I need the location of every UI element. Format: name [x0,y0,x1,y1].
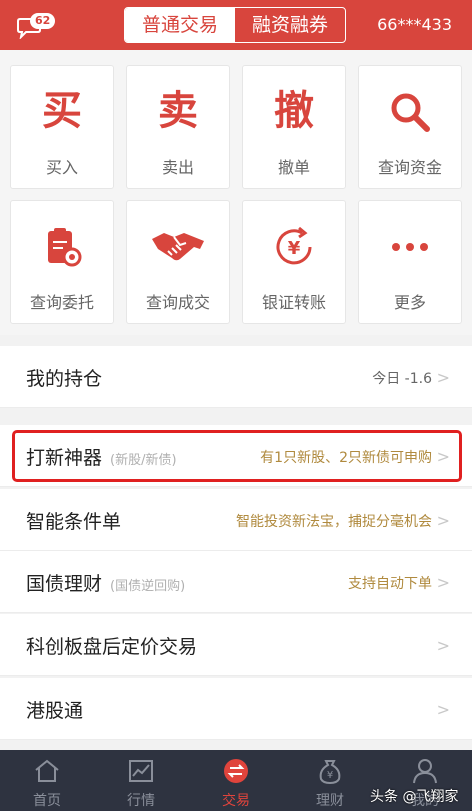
chevron-right-icon: > [436,700,450,719]
svg-text:¥: ¥ [327,770,333,781]
chevron-right-icon: > [436,511,450,530]
tab-market-label: 行情 [127,793,155,809]
chart-icon [94,757,188,785]
svg-text:¥: ¥ [288,238,301,259]
home-icon [0,757,94,785]
smart-condition-order-row[interactable]: 智能条件单 智能投资新法宝，捕捉分毫机会 > [0,489,472,551]
buy-button[interactable]: 买 买入 [10,65,114,189]
buy-label: 买入 [45,158,78,177]
query-funds-button[interactable]: 查询资金 [358,65,462,189]
hk-connect-row[interactable]: 港股通 > [0,678,472,740]
more-dots-icon [359,225,461,269]
treasury-title: 国债理财 (国债逆回购) [26,573,186,595]
tab-market[interactable]: 行情 [94,750,188,811]
tab-trade-label: 交易 [222,793,250,809]
messages-button[interactable]: 62 [16,11,56,39]
clipboard-icon [11,225,113,269]
watermark-text: 头条 @飞翔家 [370,789,459,805]
buy-glyph-icon: 买 [42,88,82,134]
star-market-after-hours-row[interactable]: 科创板盘后定价交易 > [0,614,472,676]
treasury-finance-row[interactable]: 国债理财 (国债逆回购) 支持自动下单 > [0,551,472,613]
star-market-title: 科创板盘后定价交易 [26,636,198,658]
tab-finance[interactable]: ¥ 理财 [283,750,377,811]
handshake-icon [127,225,229,269]
treasury-note: 支持自动下单 [348,576,432,592]
more-label: 更多 [393,293,426,312]
trade-icon [189,757,283,785]
cancel-order-label: 撤单 [277,158,310,177]
more-button[interactable]: 更多 [358,200,462,324]
sell-label: 卖出 [161,158,194,177]
today-pnl: 今日 -1.6 [372,371,432,387]
my-holdings-row[interactable]: 我的持仓 今日 -1.6 > [0,346,472,408]
smart-condition-note: 智能投资新法宝，捕捉分毫机会 [236,514,432,530]
bank-transfer-label: 银证转账 [261,293,326,312]
cancel-order-button[interactable]: 撤 撤单 [242,65,346,189]
tab-finance-label: 理财 [316,793,344,809]
query-funds-label: 查询资金 [377,158,442,177]
trade-mode-switch: 普通交易 融资融券 [124,7,346,43]
person-icon [378,757,472,785]
chevron-right-icon: > [436,368,450,387]
cancel-glyph-icon: 撤 [274,88,314,134]
tab-margin-trading[interactable]: 融资融券 [235,8,345,42]
tab-normal-trading[interactable]: 普通交易 [125,8,235,42]
tab-home-label: 首页 [33,793,61,809]
query-orders-button[interactable]: 查询委托 [10,200,114,324]
tab-home[interactable]: 首页 [0,750,94,811]
holdings-title: 我的持仓 [26,368,103,390]
money-bag-icon: ¥ [283,757,377,785]
smart-condition-title: 智能条件单 [26,511,122,533]
function-grid: 买 买入 卖 卖出 撤 撤单 查询资金 查询委托 查询成交 ¥ 银证转账 更多 [0,50,472,335]
message-count-badge: 62 [30,13,56,29]
highlight-box [12,430,462,482]
bank-transfer-button[interactable]: ¥ 银证转账 [242,200,346,324]
search-icon [359,90,461,134]
query-orders-label: 查询委托 [29,293,94,312]
sell-button[interactable]: 卖 卖出 [126,65,230,189]
chevron-right-icon: > [436,573,450,592]
query-deals-label: 查询成交 [145,293,210,312]
query-deals-button[interactable]: 查询成交 [126,200,230,324]
treasury-subtitle: (国债逆回购) [110,579,186,594]
yuan-transfer-icon: ¥ [243,225,345,269]
top-bar: 62 普通交易 融资融券 66***433 [0,0,472,50]
sell-glyph-icon: 卖 [158,88,198,134]
tab-trade[interactable]: 交易 [189,750,283,811]
account-number[interactable]: 66***433 [377,15,452,34]
chevron-right-icon: > [436,636,450,655]
hk-connect-title: 港股通 [26,700,84,722]
